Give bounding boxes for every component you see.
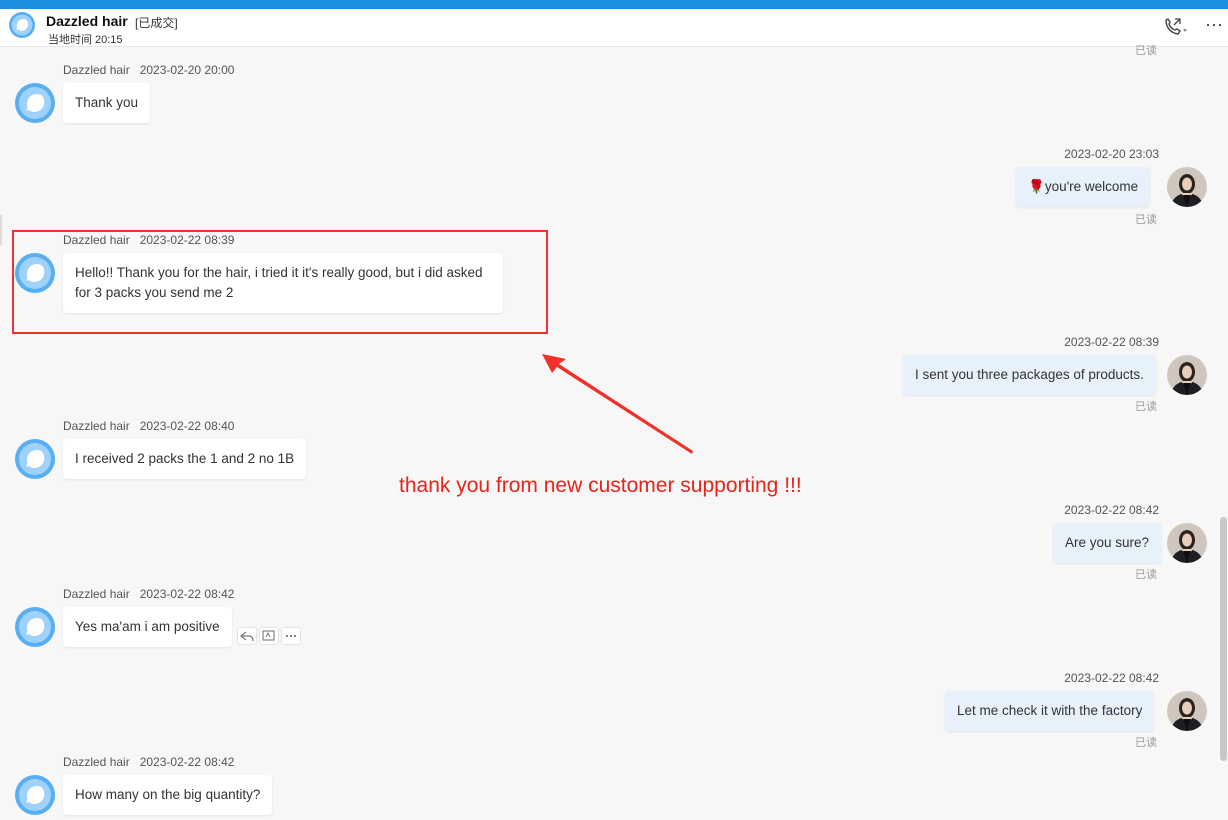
message-bubble[interactable]: Yes ma'am i am positive bbox=[63, 607, 232, 647]
sender-name: Dazzled hair bbox=[63, 419, 130, 433]
message-bubble[interactable]: I received 2 packs the 1 and 2 no 1B bbox=[63, 439, 307, 479]
message-meta: Dazzled hair 2023-02-22 08:40 bbox=[63, 419, 234, 433]
local-time-value: 20:15 bbox=[95, 34, 123, 46]
chat-header: Dazzled hair [已成交] 当地时间 20:15 ⋯ bbox=[0, 9, 1228, 47]
sender-name: Dazzled hair bbox=[63, 755, 130, 769]
highlight-box bbox=[12, 230, 548, 334]
window-top-bar bbox=[0, 0, 1228, 9]
agent-avatar[interactable] bbox=[1167, 523, 1207, 563]
translate-icon[interactable] bbox=[259, 627, 279, 645]
read-receipt: 已读 bbox=[1135, 737, 1157, 749]
read-receipt: 已读 bbox=[1135, 214, 1157, 226]
local-time: 当地时间 20:15 bbox=[48, 31, 123, 47]
read-receipt: 已读 bbox=[1135, 401, 1157, 413]
local-time-label: 当地时间 bbox=[48, 34, 92, 46]
agent-avatar[interactable] bbox=[1167, 691, 1207, 731]
message-time: 2023-02-20 20:00 bbox=[139, 63, 235, 77]
customer-avatar[interactable] bbox=[15, 607, 55, 647]
customer-avatar[interactable] bbox=[15, 83, 55, 123]
sender-name: Dazzled hair bbox=[63, 587, 130, 601]
rose-emoji: 🌹 bbox=[1028, 179, 1045, 194]
message-bubble[interactable]: 🌹you're welcome bbox=[1016, 167, 1151, 207]
read-receipt: 已读 bbox=[1135, 569, 1157, 581]
contact-avatar[interactable] bbox=[9, 12, 35, 38]
message-bubble[interactable]: Let me check it with the factory bbox=[945, 691, 1155, 731]
read-receipt: 已读 bbox=[1135, 45, 1157, 57]
contact-name[interactable]: Dazzled hair bbox=[46, 13, 128, 29]
agent-avatar[interactable] bbox=[1167, 355, 1207, 395]
annotation-text: thank you from new customer supporting !… bbox=[399, 474, 802, 497]
message-actions bbox=[237, 627, 301, 645]
message-time: 2023-02-22 08:39 bbox=[1064, 335, 1159, 349]
more-options-icon[interactable]: ⋯ bbox=[1205, 15, 1225, 35]
message-meta: Dazzled hair 2023-02-22 08:42 bbox=[63, 587, 234, 601]
message-text: you're welcome bbox=[1044, 179, 1139, 194]
phone-icon bbox=[1165, 18, 1187, 35]
message-meta: Dazzled hair 2023-02-22 08:42 bbox=[63, 755, 234, 769]
message-time: 2023-02-22 08:42 bbox=[1064, 503, 1159, 517]
annotation-arrow bbox=[542, 354, 693, 454]
message-bubble[interactable]: How many on the big quantity? bbox=[63, 775, 273, 815]
message-bubble[interactable]: Are you sure? bbox=[1053, 523, 1162, 563]
call-button[interactable] bbox=[1163, 17, 1189, 37]
message-bubble[interactable]: Thank you bbox=[63, 83, 151, 123]
reply-icon[interactable] bbox=[237, 627, 257, 645]
deal-status-tag: [已成交] bbox=[135, 16, 178, 30]
agent-avatar[interactable] bbox=[1167, 167, 1207, 207]
message-time: 2023-02-22 08:42 bbox=[139, 587, 235, 601]
customer-avatar[interactable] bbox=[15, 439, 55, 479]
message-time: 2023-02-22 08:42 bbox=[1064, 671, 1159, 685]
message-meta: Dazzled hair 2023-02-20 20:00 bbox=[63, 63, 234, 77]
message-time: 2023-02-22 08:40 bbox=[139, 419, 235, 433]
message-time: 2023-02-20 23:03 bbox=[1064, 147, 1159, 161]
message-time: 2023-02-22 08:42 bbox=[139, 755, 235, 769]
customer-avatar[interactable] bbox=[15, 775, 55, 815]
message-bubble[interactable]: I sent you three packages of products. bbox=[903, 355, 1156, 395]
panel-edge bbox=[0, 215, 2, 245]
sender-name: Dazzled hair bbox=[63, 63, 130, 77]
scrollbar[interactable] bbox=[1220, 517, 1227, 761]
more-actions-icon[interactable] bbox=[281, 627, 301, 645]
